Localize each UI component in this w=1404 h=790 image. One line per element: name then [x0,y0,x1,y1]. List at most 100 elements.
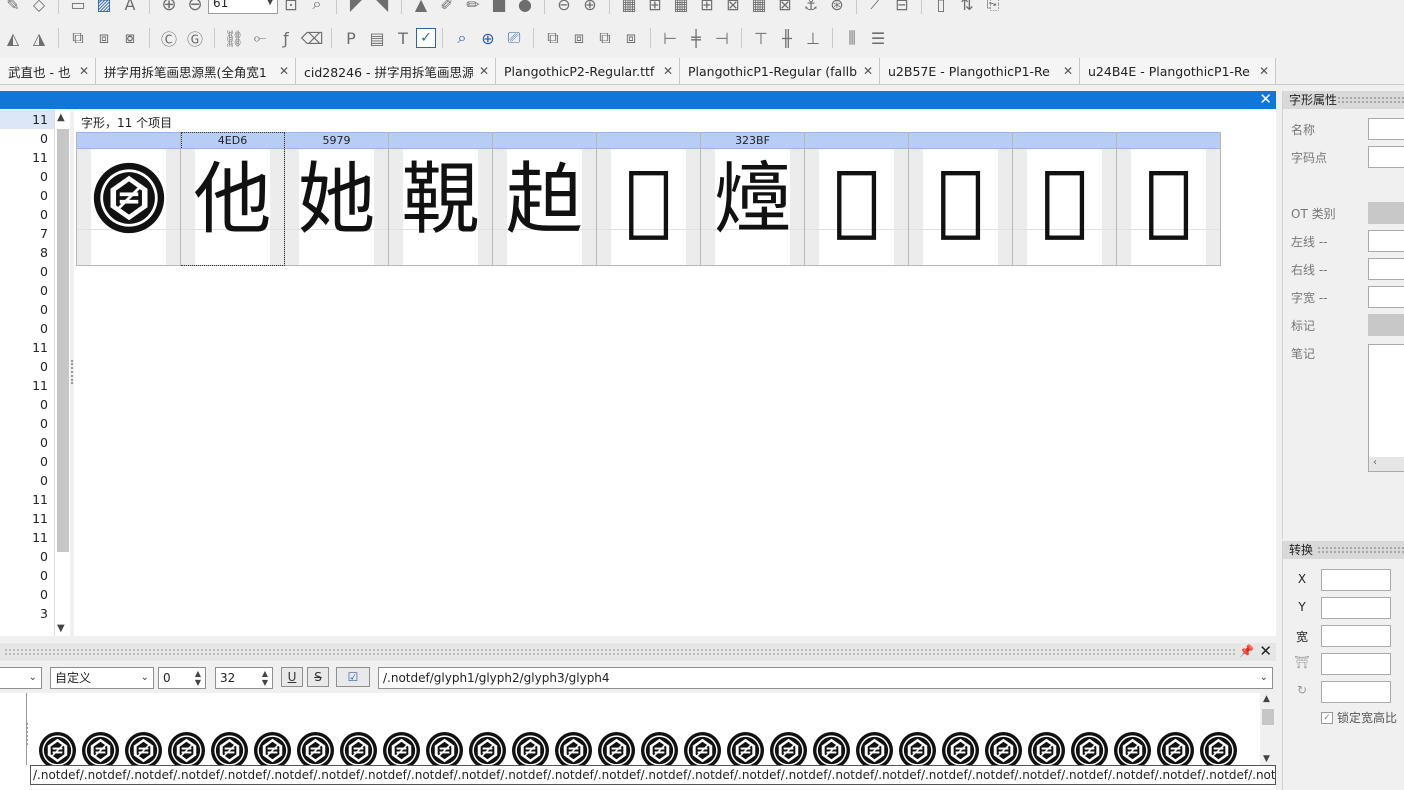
rectangle-icon[interactable]: ■ [486,0,512,16]
ot-class-select[interactable] [1368,202,1404,224]
glyph-cell[interactable]: 𰣡 [597,132,701,266]
note-scrollbar[interactable]: ‹ [1369,457,1404,471]
tab-6[interactable]: u2B57E - PlangothicP1-Re ✕ [880,58,1080,84]
unlink-icon[interactable]: ⟜ [247,26,273,50]
flip-vertical-icon[interactable]: ◮ [26,26,52,50]
tab-5[interactable]: PlangothicP1-Regular (fallb ✕ [680,58,880,84]
union-icon[interactable]: ⧉ [65,26,91,50]
align-top-icon[interactable]: ⊤ [748,26,774,50]
table-add-icon[interactable]: ▦ [668,0,694,16]
close-icon[interactable]: ✕ [1259,642,1272,660]
arrange-forward-icon[interactable]: ⧉ [592,26,618,50]
scroll-down-icon[interactable]: ▼ [57,623,65,634]
redo-icon[interactable]: ⊕ [577,0,603,16]
link-icon[interactable]: ⛓ [221,26,247,50]
glyph-cell[interactable]: 𭂕 [805,132,909,266]
glyph-cell[interactable]: 𭇫 [909,132,1013,266]
glyph-cell[interactable]: 𪉌 [1117,132,1221,266]
arrange-backward-icon[interactable]: ⧈ [618,26,644,50]
vertical-scrollbar[interactable]: ▲ ▼ [54,110,70,636]
grid-lock-icon[interactable]: ⊠ [772,0,798,16]
find-web-icon[interactable]: ⊕ [475,26,501,50]
zoom-view-icon[interactable]: ▭ [65,0,91,16]
align-middle-icon[interactable]: ╫ [774,26,800,50]
panel-grip[interactable] [4,648,1236,656]
align-left-icon[interactable]: ⊢ [657,26,683,50]
intersect-icon[interactable]: ⧇ [117,26,143,50]
distribute-vertical-icon[interactable]: ☰ [865,26,891,50]
lock-aspect-checkbox[interactable]: ✓ 锁定宽高比 [1321,709,1397,726]
start-stepper[interactable]: 0 ▲ ▼ [158,667,206,689]
glyph-cell[interactable]: 5979 她 [285,132,389,266]
glyph-settings-icon[interactable]: P [338,26,364,50]
mode-select[interactable]: 自定义 ⌄ [50,667,154,689]
scroll-up-icon[interactable]: ▲ [57,112,65,123]
size-stepper[interactable]: 32 ▲ ▼ [215,667,273,689]
close-icon[interactable]: ✕ [479,64,489,78]
node-pointer-icon[interactable]: ◥ [369,0,395,16]
close-icon[interactable]: ✕ [1063,64,1073,78]
undo-icon[interactable]: ⊖ [551,0,577,16]
tab-4[interactable]: PlangothicP2-Regular.ttf ✕ [496,58,680,84]
align-right-icon[interactable]: ⊣ [709,26,735,50]
close-icon[interactable]: ✕ [863,64,873,78]
anchor-lock-icon[interactable]: ⊛ [824,0,850,16]
eraser-icon[interactable]: ⌫ [299,26,325,50]
splitter-grip[interactable] [26,723,29,745]
pencil-icon[interactable]: ✐ [434,0,460,16]
tab-3[interactable]: cid28246 - 拼字用拆笔画思源 ✕ [296,58,496,84]
export-icon[interactable]: ⎘ [980,0,1006,16]
eraser-tool-icon[interactable]: ◇ [26,0,52,16]
right-sidebearing-field[interactable] [1368,258,1404,280]
strike-button[interactable]: S [307,667,329,687]
codepoint-field[interactable] [1368,146,1404,168]
arrange-front-icon[interactable]: ⧉ [540,26,566,50]
glyph-cell[interactable]: 䞟 [493,132,597,266]
text-style-icon[interactable]: A [117,0,143,16]
close-icon[interactable]: ✕ [1259,90,1272,108]
note-textarea[interactable]: ‹ [1368,344,1404,472]
height-field[interactable] [1321,653,1391,675]
glyph-cell[interactable] [77,132,181,266]
sort-icon[interactable]: ⇅ [954,0,980,16]
mark-color-select[interactable] [1368,314,1404,336]
zoom-in-icon[interactable]: ⊕ [156,0,182,16]
advance-width-field[interactable] [1368,286,1404,308]
chevron-left-icon[interactable]: ‹ [1373,457,1377,468]
validate-checkbox-icon[interactable]: ✓ [416,28,436,48]
name-field[interactable] [1368,118,1404,140]
subtract-icon[interactable]: ⧈ [91,26,117,50]
monitor-upload-icon[interactable]: ⎚ [501,26,527,50]
align-bottom-icon[interactable]: ⊥ [800,26,826,50]
close-icon[interactable]: ✕ [79,64,89,78]
scrollbar-thumb[interactable] [1262,709,1274,725]
grid-icon[interactable]: ▦ [746,0,772,16]
zoom-out-icon[interactable]: ⊖ [182,0,208,16]
x-field[interactable] [1321,569,1391,591]
table-link2-icon[interactable]: ⊞ [694,0,720,16]
magnifier-icon[interactable]: ⌕ [304,0,330,16]
left-sidebearing-field[interactable] [1368,230,1404,252]
glyph-cell[interactable]: 䩤 [389,132,493,266]
glyph-path-text[interactable]: /.notdef/.notdef/.notdef/.notdef/.notdef… [30,765,1276,785]
tab-7[interactable]: u24B4E - PlangothicP1-Re ✕ [1080,58,1276,84]
compare-icon[interactable]: ⊟ [889,0,915,16]
image-icon[interactable]: ▲ [408,0,434,16]
panel-grip[interactable] [1317,546,1404,554]
close-icon[interactable]: ✕ [279,64,289,78]
fill-style-icon[interactable]: ▨ [91,0,117,16]
brush-icon[interactable]: ✏ [460,0,486,16]
function-icon[interactable]: ƒ [273,26,299,50]
glyph-cell[interactable]: 323BF 㸀 [701,132,805,266]
text-tool-icon[interactable]: T [390,26,416,50]
tab-2[interactable]: 拼字用拆笔画思源黑(全角宽1 ✕ [96,58,296,84]
y-field[interactable] [1321,597,1391,619]
table-icon[interactable]: ▦ [616,0,642,16]
panel-grip[interactable] [1337,96,1404,104]
add-component-icon[interactable]: Ⓒ [156,26,182,50]
preview-scrollbar[interactable]: ▲ ▼ [1260,693,1276,765]
glyph-cell[interactable]: 4ED6 他 [181,132,285,266]
close-icon[interactable]: ✕ [1259,64,1269,78]
pin-icon[interactable]: 📌 [1239,644,1254,658]
width-field[interactable] [1321,625,1391,647]
